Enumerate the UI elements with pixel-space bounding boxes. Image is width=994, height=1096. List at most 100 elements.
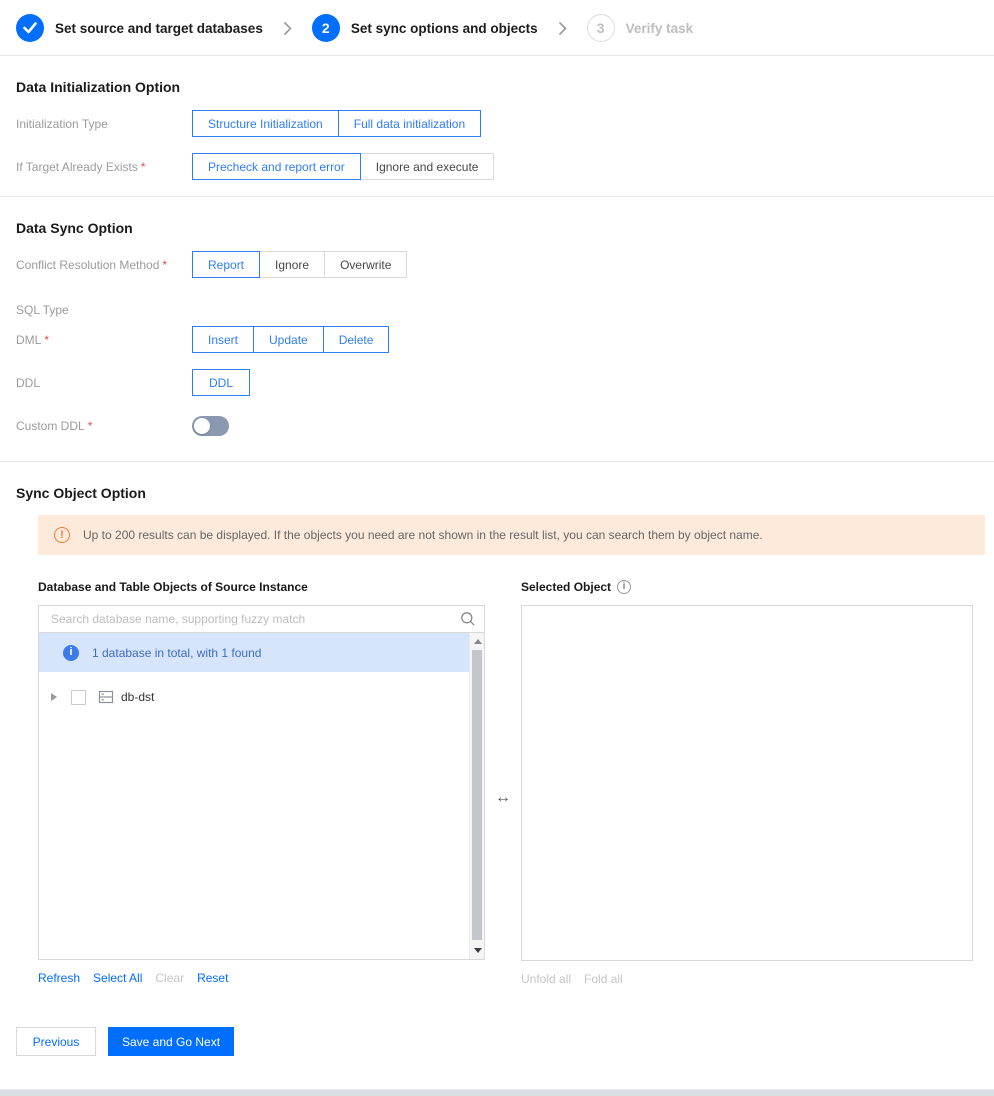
divider — [0, 55, 994, 56]
ddl-button[interactable]: DDL — [192, 369, 250, 396]
target-exists-group: Precheck and report error Ignore and exe… — [192, 153, 495, 180]
ddl-group: DDL — [192, 369, 250, 396]
search-icon[interactable] — [460, 611, 476, 627]
divider — [0, 461, 994, 462]
page: Set source and target databases 2 Set sy… — [0, 0, 994, 1096]
insert-button[interactable]: Insert — [192, 326, 255, 353]
section-sync-object: Sync Object Option ! Up to 200 results c… — [0, 485, 994, 986]
result-info-bar: i 1 database in total, with 1 found — [39, 633, 469, 672]
field-label: DML * — [16, 332, 50, 347]
step-source-target[interactable]: Set source and target databases — [16, 14, 263, 42]
selected-object-list — [521, 605, 973, 961]
field-label: Initialization Type — [16, 116, 108, 131]
overwrite-button[interactable]: Overwrite — [324, 251, 408, 278]
search-input[interactable] — [49, 611, 460, 627]
step-number: 3 — [586, 14, 615, 42]
info-circle-icon[interactable]: i — [617, 579, 632, 594]
row-dml: DML * Insert Update Delete — [16, 326, 978, 353]
swap-arrow-icon: ↔ — [495, 788, 511, 806]
required-marker: * — [140, 159, 146, 174]
step-label: Set sync options and objects — [350, 20, 538, 36]
field-label: SQL Type — [16, 303, 69, 317]
ignore-and-execute-button[interactable]: Ignore and execute — [359, 153, 495, 180]
vertical-scrollbar[interactable] — [469, 633, 484, 959]
required-marker: * — [87, 418, 93, 433]
step-verify-task: 3 Verify task — [586, 14, 694, 42]
scroll-up-icon[interactable] — [470, 634, 485, 649]
section-title: Data Sync Option — [16, 220, 133, 236]
divider — [0, 196, 994, 197]
reset-link[interactable]: Reset — [197, 971, 228, 985]
row-custom-ddl: Custom DDL * — [16, 412, 978, 439]
scroll-down-icon[interactable] — [470, 943, 485, 958]
required-marker: * — [44, 332, 50, 347]
select-all-link[interactable]: Select All — [93, 971, 142, 985]
step-label: Verify task — [625, 20, 694, 36]
notice-text: Up to 200 results can be displayed. If t… — [83, 528, 763, 542]
refresh-link[interactable]: Refresh — [38, 971, 80, 985]
footer-actions: Previous Save and Go Next — [16, 1027, 994, 1096]
list-content: i 1 database in total, with 1 found db-d… — [39, 633, 469, 705]
toggle-knob — [194, 417, 210, 434]
database-checkbox[interactable] — [71, 689, 86, 705]
ignore-button[interactable]: Ignore — [259, 251, 326, 278]
full-data-initialization-button[interactable]: Full data initialization — [337, 110, 482, 137]
initialization-type-group: Structure Initialization Full data initi… — [192, 110, 482, 137]
result-info-text: 1 database in total, with 1 found — [92, 645, 262, 660]
selected-panel-title: Selected Object i — [521, 579, 973, 594]
save-and-go-next-button[interactable]: Save and Go Next — [108, 1027, 234, 1056]
row-sql-type: SQL Type — [16, 300, 978, 320]
source-objects-panel: Database and Table Objects of Source Ins… — [38, 579, 485, 986]
row-conflict-resolution: Conflict Resolution Method * Report Ignor… — [16, 251, 978, 278]
chevron-right-icon — [283, 21, 292, 36]
selected-panel-title-text: Selected Object — [521, 579, 612, 594]
row-ddl: DDL DDL — [16, 369, 978, 396]
row-initialization-type: Initialization Type Structure Initializa… — [16, 110, 978, 137]
previous-button[interactable]: Previous — [16, 1027, 96, 1056]
required-marker: * — [162, 257, 168, 272]
info-icon: i — [63, 644, 79, 661]
source-object-list: i 1 database in total, with 1 found db-d… — [38, 633, 485, 960]
horizontal-scrollbar[interactable] — [0, 1089, 994, 1096]
row-if-target-exists: If Target Already Exists * Precheck and r… — [16, 153, 978, 180]
precheck-report-error-button[interactable]: Precheck and report error — [192, 153, 361, 180]
search-box — [38, 605, 485, 633]
database-icon — [98, 689, 114, 705]
structure-initialization-button[interactable]: Structure Initialization — [192, 110, 339, 137]
wizard-stepper: Set source and target databases 2 Set sy… — [0, 0, 994, 55]
notice-banner: ! Up to 200 results can be displayed. If… — [38, 515, 985, 555]
object-selector: Database and Table Objects of Source Ins… — [38, 579, 978, 986]
source-panel-title: Database and Table Objects of Source Ins… — [38, 579, 308, 594]
clear-link: Clear — [155, 971, 185, 985]
step-done-check-icon — [16, 14, 44, 42]
selected-panel-actions: Unfold all Fold all — [521, 972, 973, 986]
update-button[interactable]: Update — [253, 326, 324, 353]
delete-button[interactable]: Delete — [322, 326, 390, 353]
chevron-right-icon — [558, 21, 567, 36]
database-name: db-dst — [121, 690, 155, 704]
step-number: 2 — [311, 14, 340, 42]
custom-ddl-toggle[interactable] — [192, 415, 229, 436]
expand-arrow-icon[interactable] — [51, 693, 57, 701]
field-label: Custom DDL * — [16, 418, 93, 433]
step-sync-options[interactable]: 2 Set sync options and objects — [311, 14, 538, 42]
source-panel-actions: Refresh Select All Clear Reset — [38, 971, 485, 985]
section-data-initialization: Data Initialization Option Initializatio… — [0, 79, 994, 180]
conflict-resolution-group: Report Ignore Overwrite — [192, 251, 408, 278]
fold-all-link: Fold all — [584, 972, 623, 986]
unfold-all-link: Unfold all — [521, 972, 572, 986]
selected-objects-panel: Selected Object i Unfold all Fold all — [521, 579, 973, 986]
step-label: Set source and target databases — [55, 20, 263, 36]
panel-separator: ↔ — [485, 579, 521, 986]
section-data-sync: Data Sync Option Conflict Resolution Met… — [0, 220, 994, 439]
field-label: Conflict Resolution Method * — [16, 257, 168, 272]
warning-icon: ! — [54, 527, 70, 543]
field-label: DDL — [16, 375, 41, 390]
tree-row-database[interactable]: db-dst — [39, 672, 469, 705]
dml-group: Insert Update Delete — [192, 326, 390, 353]
report-button[interactable]: Report — [192, 251, 261, 278]
section-title: Data Initialization Option — [16, 79, 181, 95]
scrollbar-thumb[interactable] — [472, 650, 482, 940]
field-label: If Target Already Exists * — [16, 159, 146, 174]
section-title: Sync Object Option — [16, 485, 146, 501]
